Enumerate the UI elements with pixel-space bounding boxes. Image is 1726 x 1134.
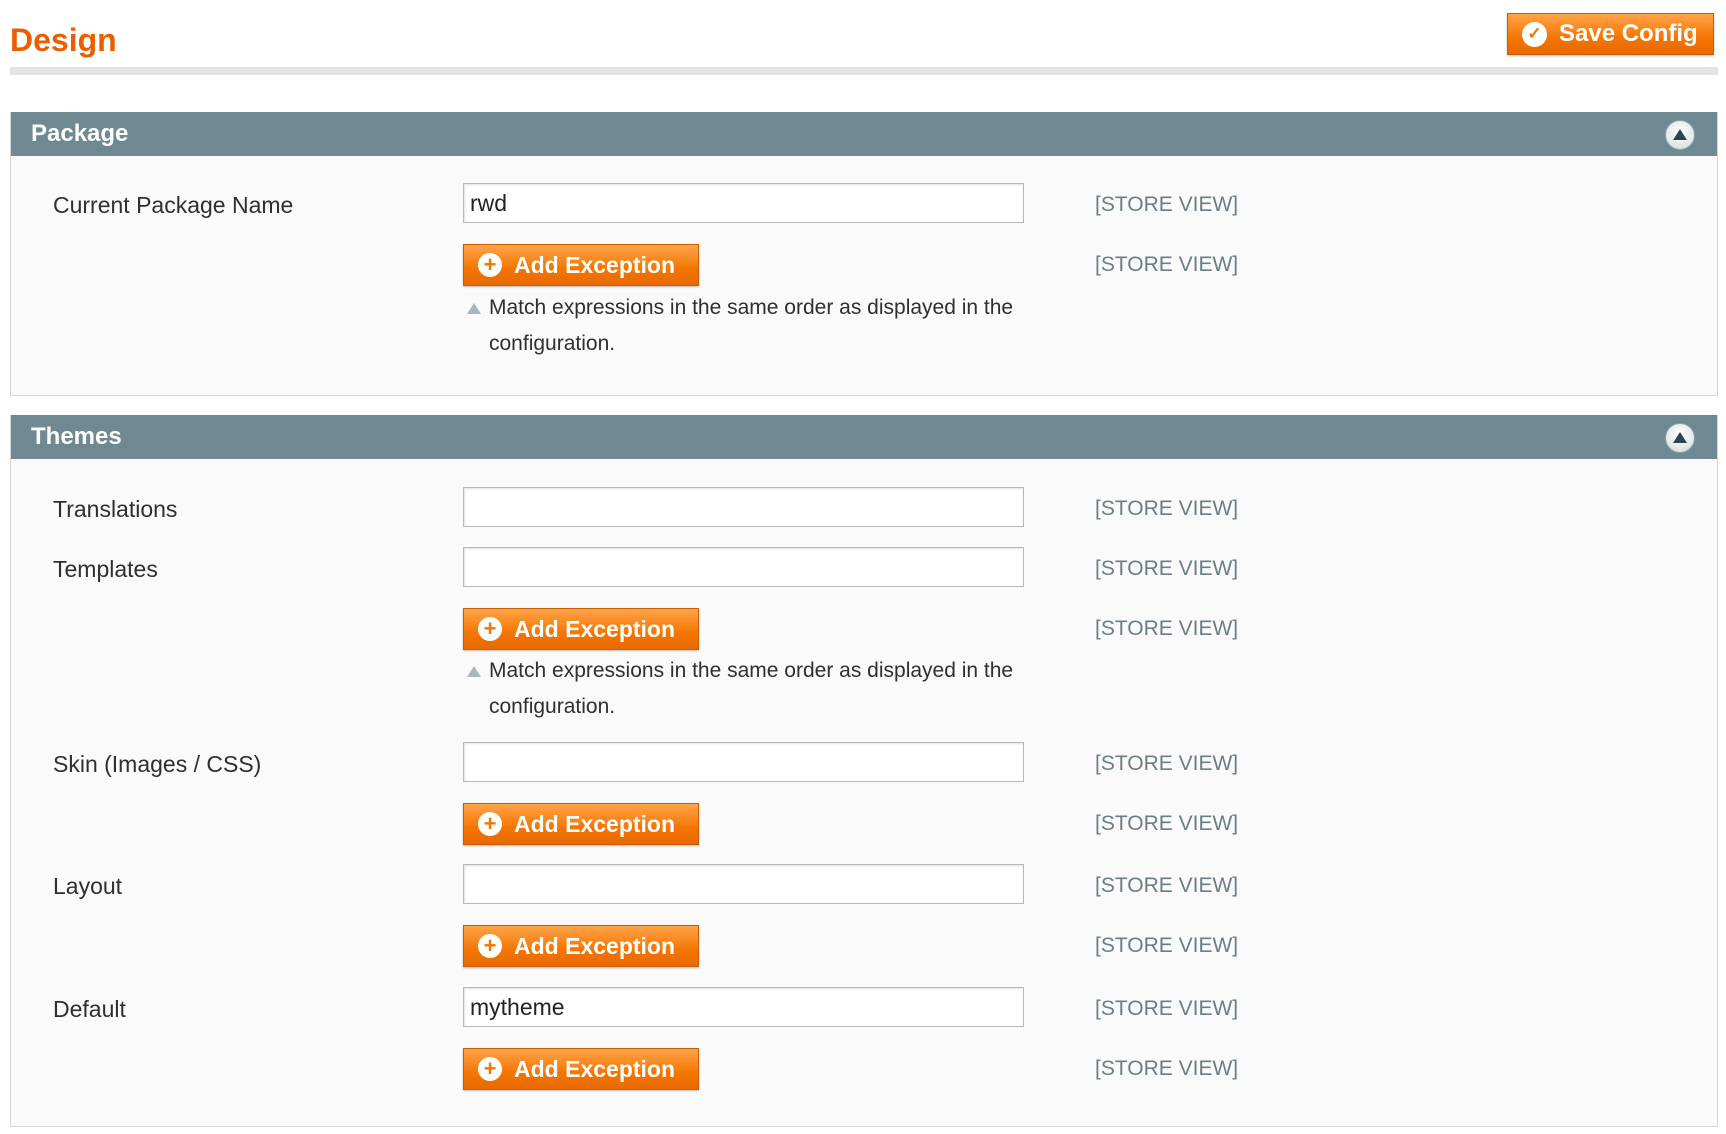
default-input[interactable] bbox=[463, 987, 1024, 1027]
plus-icon: + bbox=[478, 934, 502, 958]
add-exception-button[interactable]: + Add Exception bbox=[463, 925, 699, 967]
add-exception-label: Add Exception bbox=[514, 615, 676, 642]
scope-label: [STORE VIEW] bbox=[1095, 812, 1239, 835]
scope-label: [STORE VIEW] bbox=[1095, 253, 1239, 276]
skin-label: Skin (Images / CSS) bbox=[53, 751, 262, 777]
translations-input[interactable] bbox=[463, 487, 1024, 527]
save-config-button[interactable]: ✓ Save Config bbox=[1507, 13, 1714, 55]
note-text: Match expressions in the same order as d… bbox=[489, 296, 1014, 355]
add-exception-label: Add Exception bbox=[514, 810, 676, 837]
scope-label: [STORE VIEW] bbox=[1095, 193, 1239, 216]
warning-triangle-icon bbox=[467, 666, 481, 677]
scope-label: [STORE VIEW] bbox=[1095, 934, 1239, 957]
add-exception-label: Add Exception bbox=[514, 251, 676, 278]
current-package-name-input[interactable] bbox=[463, 183, 1024, 223]
package-section-title: Package bbox=[31, 120, 129, 147]
page-title: Design bbox=[10, 22, 117, 58]
scope-label: [STORE VIEW] bbox=[1095, 617, 1239, 640]
scope-label: [STORE VIEW] bbox=[1095, 497, 1239, 520]
title-divider bbox=[10, 67, 1718, 75]
collapse-icon[interactable] bbox=[1665, 120, 1695, 150]
templates-label: Templates bbox=[53, 556, 158, 582]
scope-label: [STORE VIEW] bbox=[1095, 1057, 1239, 1080]
plus-icon: + bbox=[478, 617, 502, 641]
plus-icon: + bbox=[478, 812, 502, 836]
scope-label: [STORE VIEW] bbox=[1095, 874, 1239, 897]
themes-section-title: Themes bbox=[31, 423, 122, 450]
scope-label: [STORE VIEW] bbox=[1095, 997, 1239, 1020]
check-icon: ✓ bbox=[1522, 21, 1547, 47]
layout-input[interactable] bbox=[463, 864, 1024, 904]
themes-section-header[interactable]: Themes bbox=[11, 415, 1717, 459]
scope-label: [STORE VIEW] bbox=[1095, 752, 1239, 775]
add-exception-button[interactable]: + Add Exception bbox=[463, 244, 699, 286]
add-exception-label: Add Exception bbox=[514, 932, 676, 959]
scope-label: [STORE VIEW] bbox=[1095, 557, 1239, 580]
default-label: Default bbox=[53, 996, 126, 1022]
plus-icon: + bbox=[478, 253, 502, 277]
plus-icon: + bbox=[478, 1057, 502, 1081]
collapse-icon[interactable] bbox=[1665, 423, 1695, 453]
current-package-name-label: Current Package Name bbox=[53, 192, 294, 218]
themes-section: Themes Translations [STORE VIEW] Templat… bbox=[10, 415, 1718, 1127]
save-config-label: Save Config bbox=[1559, 20, 1698, 47]
package-section-header[interactable]: Package bbox=[11, 112, 1717, 156]
package-section: Package Current Package Name [STORE VIEW… bbox=[10, 112, 1718, 396]
add-exception-button[interactable]: + Add Exception bbox=[463, 803, 699, 845]
match-expressions-note: Match expressions in the same order as d… bbox=[463, 290, 1023, 362]
note-text: Match expressions in the same order as d… bbox=[489, 659, 1014, 718]
templates-input[interactable] bbox=[463, 547, 1024, 587]
layout-label: Layout bbox=[53, 873, 123, 899]
add-exception-button[interactable]: + Add Exception bbox=[463, 1048, 699, 1090]
add-exception-label: Add Exception bbox=[514, 1055, 676, 1082]
match-expressions-note: Match expressions in the same order as d… bbox=[463, 653, 1023, 725]
warning-triangle-icon bbox=[467, 303, 481, 314]
add-exception-button[interactable]: + Add Exception bbox=[463, 608, 699, 650]
skin-input[interactable] bbox=[463, 742, 1024, 782]
translations-label: Translations bbox=[53, 496, 178, 522]
